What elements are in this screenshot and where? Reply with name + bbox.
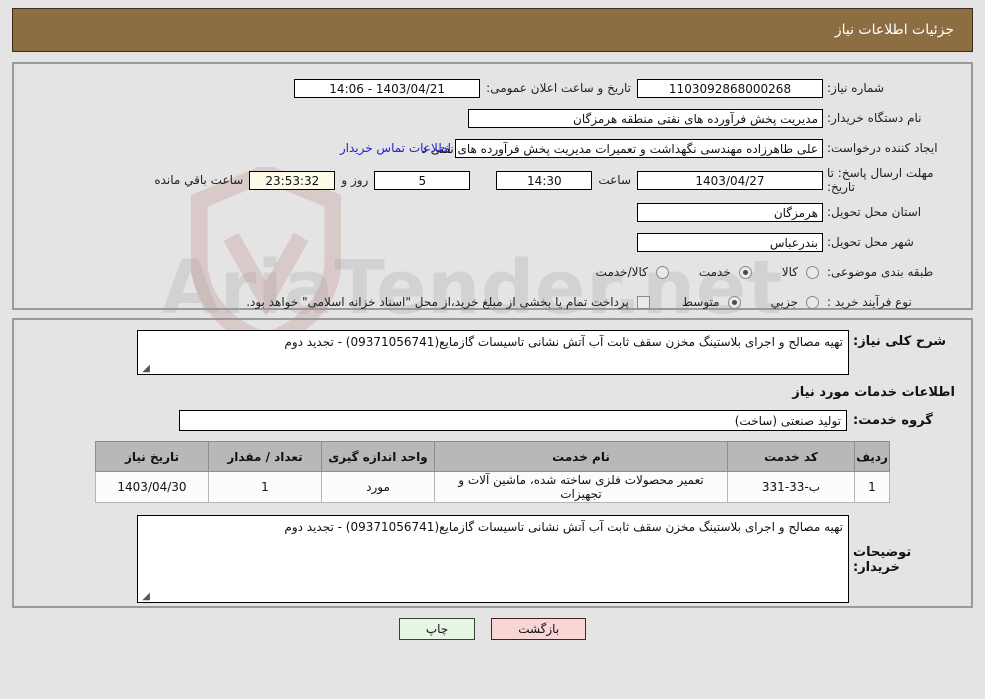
countdown-field: 23:53:32 [249, 170, 336, 190]
resize-grip-icon[interactable]: ◢ [140, 364, 150, 374]
radio-jozii-label: جزیي [770, 295, 798, 309]
resize-grip-icon-2[interactable]: ◢ [140, 592, 150, 602]
request-creator-label: ایجاد کننده درخواست: [827, 141, 938, 155]
delivery-province-label: استان محل تحویل: [827, 205, 922, 219]
action-bar: بازگشت چاپ [0, 618, 985, 640]
radio-jozii[interactable] [806, 295, 819, 309]
radio-khedmat-label: خدمت [698, 265, 731, 279]
row-general-description: شرح کلی نیاز: تهیه مصالح و اجرای بلاستین… [28, 330, 957, 375]
row-need-number: شماره نیاز: 1103092868000268 تاریخ و ساع… [28, 76, 957, 100]
radio-motavaset[interactable] [727, 295, 741, 309]
delivery-city-label: شهر محل تحویل: [827, 235, 914, 249]
th-unit: واحد اندازه گیری [321, 441, 435, 472]
general-description-text: تهیه مصالح و اجرای بلاستینگ مخزن سقف ثاب… [284, 335, 843, 349]
radio-kala-khedmat-label: کالا/خدمت [595, 265, 648, 279]
need-info-panel: شماره نیاز: 1103092868000268 تاریخ و ساع… [12, 62, 973, 310]
service-details-panel: شرح کلی نیاز: تهیه مصالح و اجرای بلاستین… [12, 318, 973, 608]
radio-kala[interactable] [806, 265, 819, 279]
th-radif: ردیف [854, 441, 890, 472]
row-subject-category: طبقه بندی موضوعی: کالا خدمت کالا/خدمت [28, 260, 957, 284]
buyer-org-label: نام دستگاه خریدار: [827, 111, 922, 125]
row-buyer-notes: توضیحات خریدار: تهیه مصالح و اجرای بلاست… [28, 515, 957, 603]
row-purchase-process: نوع فرآیند خرید : جزیي متوسط پرداخت تمام… [28, 290, 957, 314]
table-row: 1 ب-33-331 تعمیر محصولات فلزی ساخته شده،… [95, 471, 890, 503]
th-quantity: تعداد / مقدار [208, 441, 322, 472]
radio-motavaset-label: متوسط [681, 295, 720, 309]
buyer-notes-text: تهیه مصالح و اجرای بلاستینگ مخزن سقف ثاب… [284, 520, 843, 534]
row-delivery-province: استان محل تحویل: هرمزگان [28, 200, 957, 224]
th-need-date: تاریخ نیاز [95, 441, 209, 472]
purchase-process-options: جزیي متوسط پرداخت تمام یا بخشی از مبلغ خ… [246, 295, 823, 309]
deadline-days-label: روز و [341, 173, 369, 187]
countdown-label: ساعت باقي مانده [154, 173, 244, 187]
need-number-label: شماره نیاز: [827, 81, 884, 95]
deadline-date-field[interactable]: 1403/04/27 [637, 170, 823, 190]
cell-service-name: تعمیر محصولات فلزی ساخته شده، ماشین آلات… [434, 471, 728, 503]
service-group-label: گروه خدمت: [853, 413, 933, 428]
service-group-field[interactable]: تولید صنعتی (ساخت) [179, 410, 847, 431]
row-buyer-org: نام دستگاه خریدار: مدیریت پخش فرآورده ها… [28, 106, 957, 130]
buyer-notes-label: توضیحات خریدار: [853, 545, 912, 575]
cell-need-date: 1403/04/30 [95, 471, 209, 503]
table-header-row: ردیف کد خدمت نام خدمت واحد اندازه گیری ت… [95, 441, 890, 472]
buyer-contact-link[interactable]: اطلاعات تماس خریدار [340, 141, 455, 155]
purchase-process-label: نوع فرآیند خرید : [827, 295, 912, 309]
services-table: ردیف کد خدمت نام خدمت واحد اندازه گیری ت… [95, 441, 890, 503]
radio-kala-label: کالا [781, 265, 798, 279]
public-announcement-label: تاریخ و ساعت اعلان عمومی: [486, 81, 631, 95]
need-number-field[interactable]: 1103092868000268 [637, 78, 823, 98]
radio-khedmat[interactable] [738, 265, 752, 279]
request-creator-field[interactable]: علی طاهرزاده مهندسی نگهداشت و تعمیرات مد… [421, 138, 823, 158]
print-button[interactable]: چاپ [398, 618, 476, 640]
subject-category-label: طبقه بندی موضوعی: [827, 265, 934, 279]
cell-service-code: ب-33-331 [727, 471, 855, 503]
buyer-org-field[interactable]: مدیریت پخش فرآورده های نفتی منطقه هرمزگا… [468, 108, 823, 128]
cell-radif: 1 [854, 471, 890, 503]
services-section-title: اطلاعات خدمات مورد نیاز [792, 385, 955, 400]
row-delivery-city: شهر محل تحویل: بندرعباس [28, 230, 957, 254]
page-title: جزئیات اطلاعات نیاز [834, 22, 954, 38]
cell-quantity: 1 [208, 471, 322, 503]
back-button[interactable]: بازگشت [491, 618, 587, 640]
row-deadline: مهلت ارسال پاسخ: تا تاریخ: 1403/04/27 سا… [28, 166, 957, 194]
treasury-docs-checkbox[interactable] [636, 295, 650, 309]
public-announcement-field[interactable]: 1403/04/21 - 14:06 [294, 78, 481, 98]
row-service-group: گروه خدمت: تولید صنعتی (ساخت) [28, 410, 957, 431]
page-header: جزئیات اطلاعات نیاز [12, 8, 973, 52]
radio-kala-khedmat[interactable] [655, 265, 669, 279]
deadline-days-field[interactable]: 5 [374, 170, 471, 190]
deadline-time-label: ساعت [598, 173, 631, 187]
general-description-textarea[interactable]: تهیه مصالح و اجرای بلاستینگ مخزن سقف ثاب… [137, 330, 849, 375]
th-service-name: نام خدمت [434, 441, 728, 472]
subject-category-options: کالا خدمت کالا/خدمت [590, 265, 823, 279]
row-request-creator: ایجاد کننده درخواست: علی طاهرزاده مهندسی… [28, 136, 957, 160]
delivery-city-field[interactable]: بندرعباس [637, 232, 823, 252]
cell-unit: مورد [321, 471, 435, 503]
treasury-docs-note: پرداخت تمام یا بخشی از مبلغ خرید،از محل … [246, 295, 629, 309]
buyer-notes-textarea[interactable]: تهیه مصالح و اجرای بلاستینگ مخزن سقف ثاب… [137, 515, 849, 603]
deadline-time-field[interactable]: 14:30 [496, 170, 593, 190]
delivery-province-field[interactable]: هرمزگان [637, 202, 823, 222]
general-description-label: شرح کلی نیاز: [853, 334, 947, 349]
th-service-code: کد خدمت [727, 441, 855, 472]
deadline-label: مهلت ارسال پاسخ: تا تاریخ: [827, 166, 934, 194]
